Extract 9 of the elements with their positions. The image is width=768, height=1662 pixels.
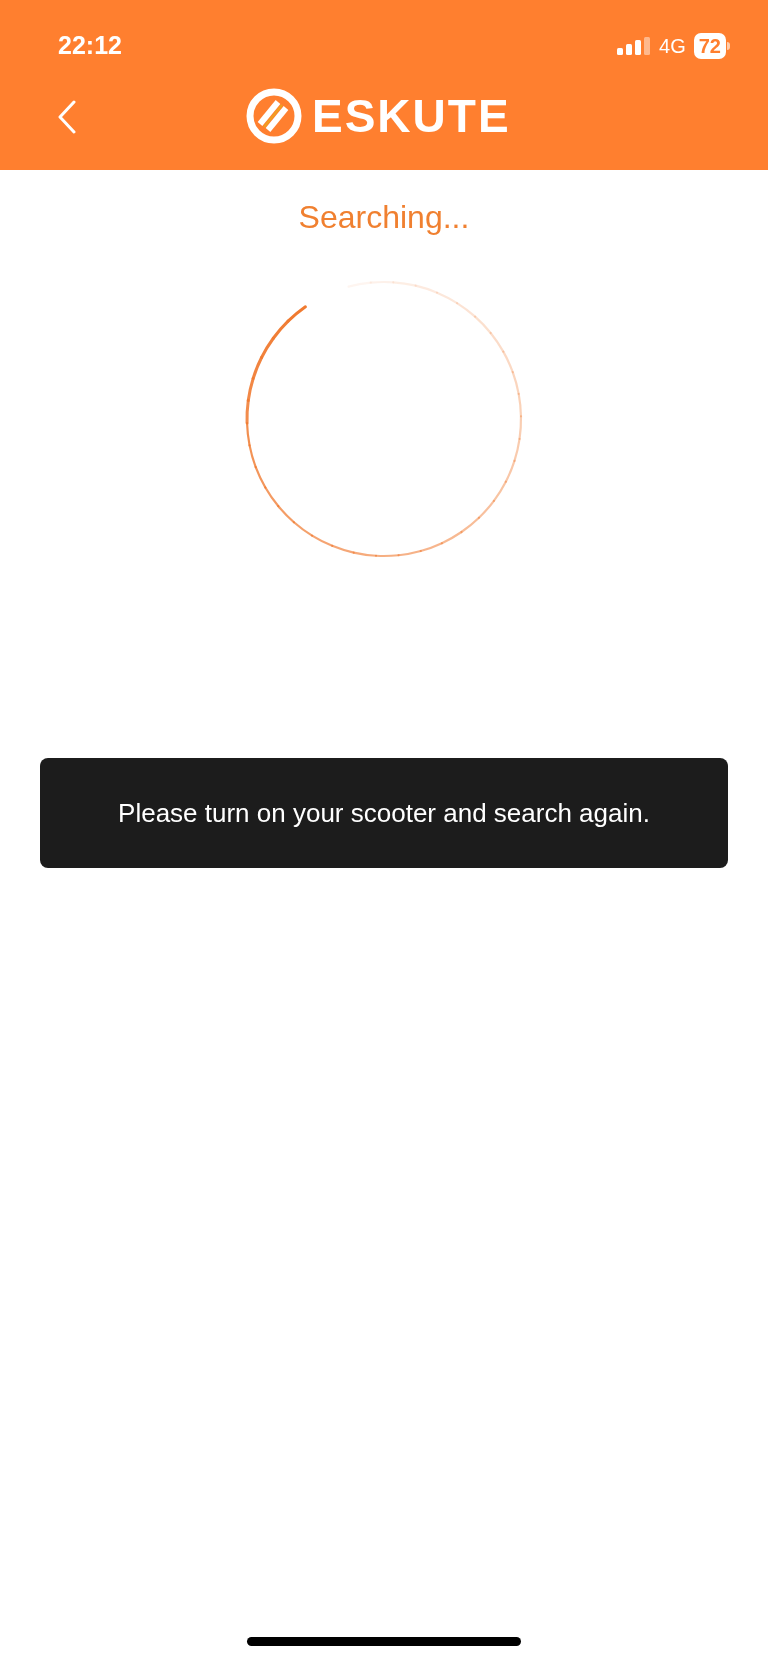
brand-name: ESKUTE [312,93,511,139]
network-label: 4G [659,34,686,59]
battery-indicator: 72 [693,33,730,59]
loading-spinner-icon [245,280,523,558]
signal-icon [617,37,652,55]
toast-message: Please turn on your scooter and search again. [40,758,728,868]
status-time: 22:12 [58,30,122,62]
logo-icon [246,88,302,144]
searching-label: Searching... [298,198,470,237]
